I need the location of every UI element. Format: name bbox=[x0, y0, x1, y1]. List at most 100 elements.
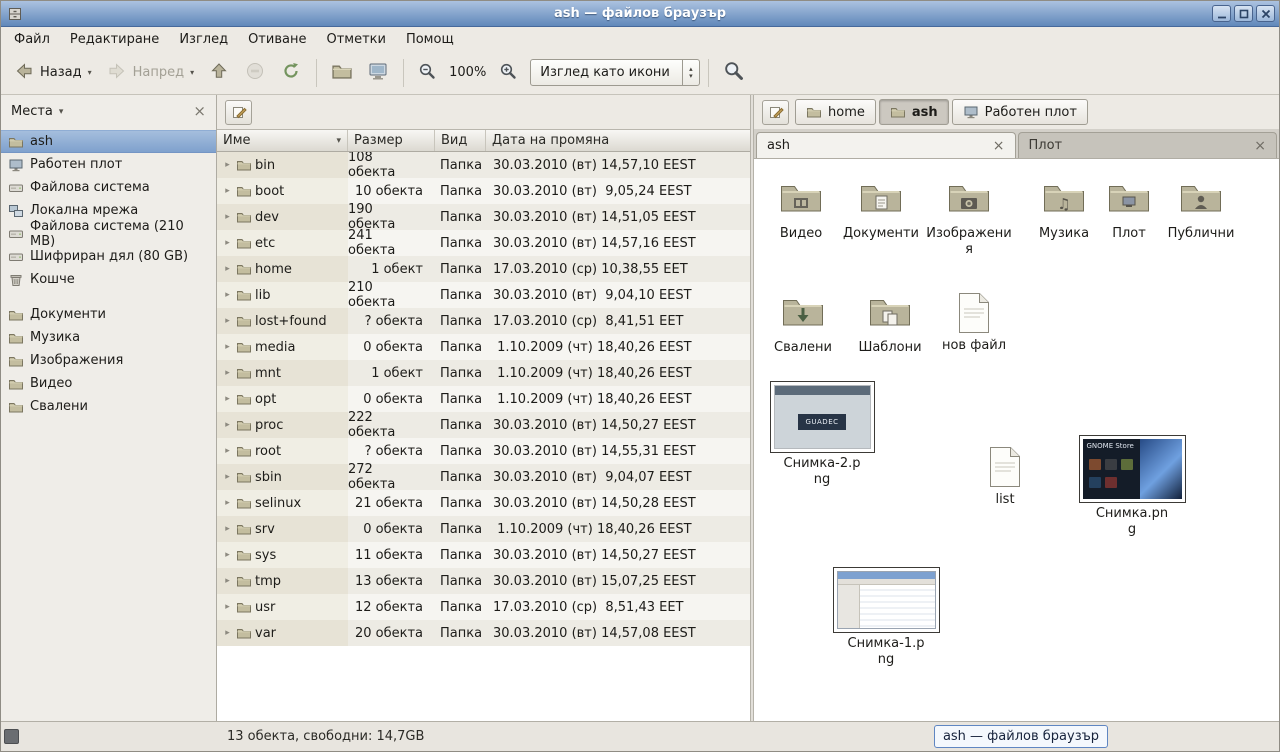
sidebar-item[interactable]: ash bbox=[1, 130, 216, 153]
file-item[interactable]: Снимка-1.png bbox=[832, 567, 940, 669]
table-row[interactable]: ▸media0 обектаПапка 1.10.2009 (чт) 18,40… bbox=[217, 334, 750, 360]
sidebar-item[interactable]: Кошче bbox=[1, 268, 216, 291]
tab[interactable]: Плот× bbox=[1018, 132, 1278, 158]
zoom-in-button[interactable] bbox=[493, 57, 523, 89]
location-toggle-button[interactable] bbox=[225, 100, 252, 125]
expander-icon[interactable]: ▸ bbox=[222, 628, 233, 638]
sidebar-close-icon[interactable]: × bbox=[193, 104, 206, 119]
file-item[interactable]: ♫Музика bbox=[1026, 175, 1102, 242]
column-header[interactable]: Вид bbox=[435, 130, 486, 151]
zoom-out-button[interactable] bbox=[412, 57, 442, 89]
expander-icon[interactable]: ▸ bbox=[222, 264, 233, 274]
forward-button[interactable]: Напред ▾ bbox=[100, 55, 201, 91]
combo-spinner-icon[interactable]: ▴▾ bbox=[682, 60, 699, 85]
file-item[interactable]: list bbox=[970, 445, 1040, 508]
sidebar-dropdown-icon[interactable]: ▾ bbox=[59, 107, 64, 117]
table-row[interactable]: ▸usr12 обектаПапка17.03.2010 (ср) 8,51,4… bbox=[217, 594, 750, 620]
back-button[interactable]: Назад ▾ bbox=[7, 55, 98, 91]
sidebar-item[interactable]: Видео bbox=[1, 372, 216, 395]
path-button[interactable]: Работен плот bbox=[952, 99, 1088, 125]
expander-icon[interactable]: ▸ bbox=[222, 576, 233, 586]
column-header[interactable]: Размер bbox=[348, 130, 435, 151]
tab[interactable]: ash× bbox=[756, 132, 1016, 158]
path-button[interactable]: home bbox=[795, 99, 876, 125]
expander-icon[interactable]: ▸ bbox=[222, 290, 233, 300]
panel-applet-icon[interactable] bbox=[4, 729, 19, 744]
table-row[interactable]: ▸lib210 обектаПапка30.03.2010 (вт) 9,04,… bbox=[217, 282, 750, 308]
column-header[interactable]: Име▾ bbox=[217, 130, 348, 151]
computer-button[interactable] bbox=[361, 55, 395, 91]
expander-icon[interactable]: ▸ bbox=[222, 368, 233, 378]
file-item[interactable]: Документи bbox=[838, 175, 924, 242]
expander-icon[interactable]: ▸ bbox=[222, 160, 233, 170]
table-row[interactable]: ▸opt0 обектаПапка 1.10.2009 (чт) 18,40,2… bbox=[217, 386, 750, 412]
sidebar-item[interactable]: Работен плот bbox=[1, 153, 216, 176]
expander-icon[interactable]: ▸ bbox=[222, 472, 233, 482]
search-button[interactable] bbox=[717, 55, 750, 90]
table-row[interactable]: ▸var20 обектаПапка30.03.2010 (вт) 14,57,… bbox=[217, 620, 750, 646]
expander-icon[interactable]: ▸ bbox=[222, 446, 233, 456]
expander-icon[interactable]: ▸ bbox=[222, 394, 233, 404]
reload-button[interactable] bbox=[274, 55, 308, 91]
sidebar-item[interactable]: Музика bbox=[1, 326, 216, 349]
file-item[interactable]: Плот bbox=[1096, 175, 1162, 242]
close-button[interactable] bbox=[1256, 5, 1275, 22]
table-row[interactable]: ▸sys11 обектаПапка30.03.2010 (вт) 14,50,… bbox=[217, 542, 750, 568]
maximize-button[interactable] bbox=[1234, 5, 1253, 22]
menubar-item[interactable]: Файл bbox=[4, 27, 60, 51]
file-item[interactable]: Видео bbox=[762, 175, 840, 242]
file-item[interactable]: нов файл bbox=[936, 291, 1012, 354]
table-row[interactable]: ▸boot10 обектаПапка30.03.2010 (вт) 9,05,… bbox=[217, 178, 750, 204]
table-row[interactable]: ▸home1 обектПапка17.03.2010 (ср) 10,38,5… bbox=[217, 256, 750, 282]
file-item[interactable]: Изображения bbox=[926, 175, 1012, 259]
table-row[interactable]: ▸root? обектаПапка30.03.2010 (вт) 14,55,… bbox=[217, 438, 750, 464]
expander-icon[interactable]: ▸ bbox=[222, 524, 233, 534]
table-row[interactable]: ▸proc222 обектаПапка30.03.2010 (вт) 14,5… bbox=[217, 412, 750, 438]
up-button[interactable] bbox=[202, 55, 236, 91]
expander-icon[interactable]: ▸ bbox=[222, 498, 233, 508]
file-item[interactable]: Шаблони bbox=[848, 289, 932, 356]
file-item[interactable]: Свалени bbox=[762, 289, 844, 356]
sidebar-item[interactable]: Шифриран дял (80 GB) bbox=[1, 245, 216, 268]
table-row[interactable]: ▸srv0 обектаПапка 1.10.2009 (чт) 18,40,2… bbox=[217, 516, 750, 542]
menubar-item[interactable]: Редактиране bbox=[60, 27, 169, 51]
expander-icon[interactable]: ▸ bbox=[222, 186, 233, 196]
menubar-item[interactable]: Помощ bbox=[396, 27, 464, 51]
sidebar-item[interactable]: Файлова система (210 MB) bbox=[1, 222, 216, 245]
table-row[interactable]: ▸dev190 обектаПапка30.03.2010 (вт) 14,51… bbox=[217, 204, 750, 230]
path-button[interactable]: ash bbox=[879, 99, 949, 125]
back-dropdown-icon[interactable]: ▾ bbox=[87, 68, 92, 77]
table-row[interactable]: ▸lost+found? обектаПапка17.03.2010 (ср) … bbox=[217, 308, 750, 334]
tab-close-icon[interactable]: × bbox=[1254, 139, 1266, 153]
file-item[interactable]: GNOME StoreСнимка.png bbox=[1076, 435, 1188, 539]
table-row[interactable]: ▸mnt1 обектПапка 1.10.2009 (чт) 18,40,26… bbox=[217, 360, 750, 386]
column-header[interactable]: Дата на промяна bbox=[486, 130, 750, 151]
expander-icon[interactable]: ▸ bbox=[222, 316, 233, 326]
sidebar-title[interactable]: Места bbox=[11, 104, 53, 119]
sidebar-item[interactable]: Изображения bbox=[1, 349, 216, 372]
location-toggle-button[interactable] bbox=[762, 100, 789, 125]
expander-icon[interactable]: ▸ bbox=[222, 602, 233, 612]
table-row[interactable]: ▸tmp13 обектаПапка30.03.2010 (вт) 15,07,… bbox=[217, 568, 750, 594]
menubar-item[interactable]: Изглед bbox=[169, 27, 238, 51]
expander-icon[interactable]: ▸ bbox=[222, 212, 233, 222]
stop-button[interactable] bbox=[238, 55, 272, 91]
file-item[interactable]: GUADECСнимка-2.png bbox=[768, 381, 876, 489]
table-row[interactable]: ▸bin108 обектаПапка30.03.2010 (вт) 14,57… bbox=[217, 152, 750, 178]
expander-icon[interactable]: ▸ bbox=[222, 420, 233, 430]
table-row[interactable]: ▸sbin272 обектаПапка30.03.2010 (вт) 9,04… bbox=[217, 464, 750, 490]
file-item[interactable]: Публични bbox=[1160, 175, 1242, 242]
sidebar-item[interactable]: Документи bbox=[1, 303, 216, 326]
view-mode-select[interactable]: Изглед като икони ▴▾ bbox=[530, 59, 700, 86]
table-row[interactable]: ▸etc241 обектаПапка30.03.2010 (вт) 14,57… bbox=[217, 230, 750, 256]
window-titlebar[interactable]: ash — файлов браузър bbox=[1, 1, 1279, 27]
expander-icon[interactable]: ▸ bbox=[222, 550, 233, 560]
taskbar-window-button[interactable]: ash — файлов браузър bbox=[934, 725, 1108, 748]
home-button[interactable] bbox=[325, 55, 359, 91]
tab-close-icon[interactable]: × bbox=[993, 139, 1005, 153]
sidebar-item[interactable]: Файлова система bbox=[1, 176, 216, 199]
expander-icon[interactable]: ▸ bbox=[222, 342, 233, 352]
minimize-button[interactable] bbox=[1212, 5, 1231, 22]
menubar-item[interactable]: Отиване bbox=[238, 27, 316, 51]
expander-icon[interactable]: ▸ bbox=[222, 238, 233, 248]
